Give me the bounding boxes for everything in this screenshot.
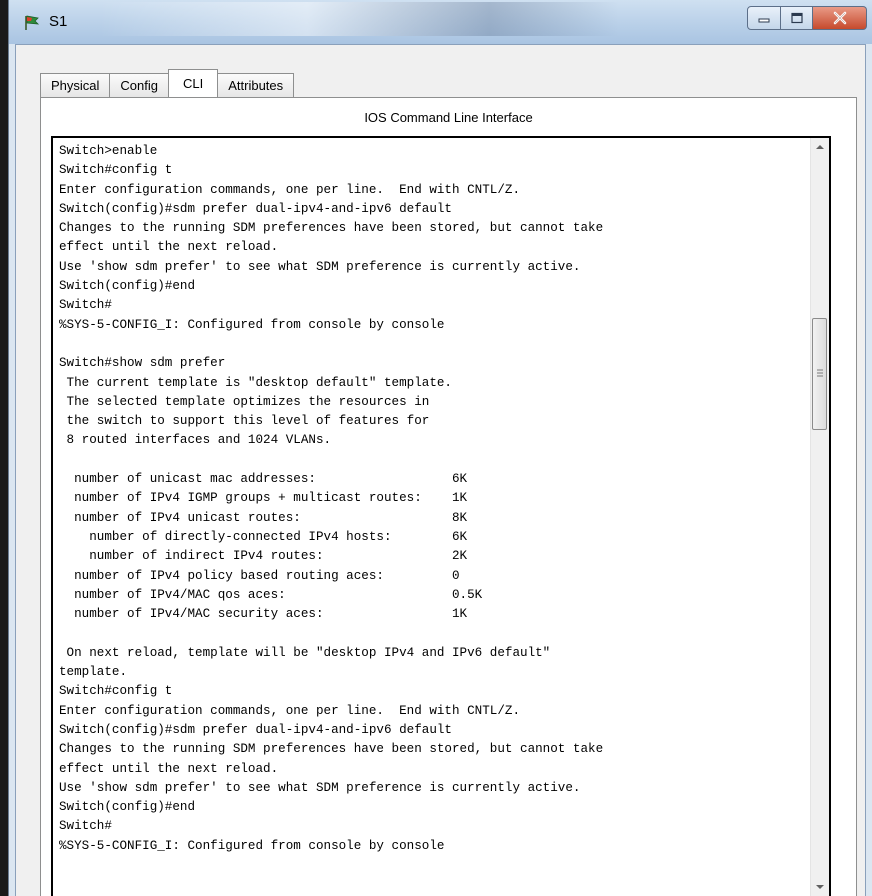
terminal-line: Use 'show sdm prefer' to see what SDM pr… xyxy=(59,259,581,274)
terminal-scrollbar[interactable] xyxy=(810,138,829,896)
terminal-line: number of unicast mac addresses: 6K xyxy=(59,472,468,487)
tab-bar: Physical Config CLI Attributes xyxy=(40,69,295,97)
terminal-line: number of indirect IPv4 routes: 2K xyxy=(59,549,468,564)
terminal-output[interactable]: Switch>enable Switch#config t Enter conf… xyxy=(59,142,803,856)
terminal-line: 8 routed interfaces and 1024 VLANs. xyxy=(59,433,332,448)
terminal-line: Switch(config)#end xyxy=(59,800,196,815)
terminal-line: number of directly-connected IPv4 hosts:… xyxy=(59,529,468,544)
terminal-line: The selected template optimizes the reso… xyxy=(59,394,430,409)
terminal-line: Switch#config t xyxy=(59,163,173,178)
terminal-line: number of IPv4 policy based routing aces… xyxy=(59,568,460,583)
title-bar[interactable]: S1 xyxy=(9,0,872,44)
terminal-line: number of IPv4/MAC qos aces: 0.5K xyxy=(59,587,483,602)
terminal-line: the switch to support this level of feat… xyxy=(59,414,430,429)
close-button[interactable] xyxy=(813,6,867,30)
terminal-line: Switch(config)#sdm prefer dual-ipv4-and-… xyxy=(59,722,452,737)
terminal-line: number of IPv4 unicast routes: 8K xyxy=(59,510,468,525)
terminal-line: Switch(config)#sdm prefer dual-ipv4-and-… xyxy=(59,201,452,216)
scroll-up-arrow-icon[interactable] xyxy=(811,138,829,156)
terminal-line: Switch(config)#end xyxy=(59,279,196,294)
terminal-line: Enter configuration commands, one per li… xyxy=(59,703,521,718)
scrollbar-thumb[interactable] xyxy=(812,318,827,430)
terminal-line: template. xyxy=(59,665,128,680)
window-client-area: Physical Config CLI Attributes IOS Comma… xyxy=(15,44,866,896)
panel-title: IOS Command Line Interface xyxy=(364,110,533,125)
terminal-line: Switch# xyxy=(59,298,112,313)
scroll-down-arrow-icon[interactable] xyxy=(811,878,829,896)
tab-physical[interactable]: Physical xyxy=(40,73,111,97)
terminal-line: Use 'show sdm prefer' to see what SDM pr… xyxy=(59,780,581,795)
minimize-button[interactable] xyxy=(747,6,781,30)
terminal-line: number of IPv4 IGMP groups + multicast r… xyxy=(59,491,468,506)
cli-tab-panel: IOS Command Line Interface Switch>enable… xyxy=(40,97,857,896)
terminal-line: Switch# xyxy=(59,819,112,834)
terminal-line: Changes to the running SDM preferences h… xyxy=(59,742,604,757)
terminal-line: Changes to the running SDM preferences h… xyxy=(59,221,604,236)
terminal-line: Switch>enable xyxy=(59,144,158,158)
desktop-edge xyxy=(0,0,8,896)
terminal-line: The current template is "desktop default… xyxy=(59,375,452,390)
terminal-line: %SYS-5-CONFIG_I: Configured from console… xyxy=(59,838,445,853)
terminal-line: effect until the next reload. xyxy=(59,240,279,255)
app-window: S1 Physical Config CLI Attributes IOS Co… xyxy=(8,0,872,896)
terminal-line: On next reload, template will be "deskto… xyxy=(59,645,551,660)
window-title: S1 xyxy=(49,13,68,30)
tab-attributes[interactable]: Attributes xyxy=(217,73,295,97)
maximize-icon xyxy=(790,12,803,24)
terminal-line: Enter configuration commands, one per li… xyxy=(59,182,521,197)
maximize-button[interactable] xyxy=(781,6,813,30)
tab-cli[interactable]: CLI xyxy=(168,69,219,97)
title-bar-glare xyxy=(99,2,619,36)
tab-config[interactable]: Config xyxy=(109,73,169,97)
minimize-icon xyxy=(758,18,770,23)
terminal-line: Switch#config t xyxy=(59,684,173,699)
close-icon xyxy=(833,11,846,25)
scroll-grip-icon xyxy=(817,369,823,377)
terminal-line: number of IPv4/MAC security aces: 1K xyxy=(59,607,468,622)
terminal-line: %SYS-5-CONFIG_I: Configured from console… xyxy=(59,317,445,332)
cli-terminal[interactable]: Switch>enable Switch#config t Enter conf… xyxy=(51,136,831,896)
terminal-line: effect until the next reload. xyxy=(59,761,279,776)
packet-tracer-switch-icon[interactable] xyxy=(23,14,41,32)
terminal-line: Switch#show sdm prefer xyxy=(59,356,226,371)
